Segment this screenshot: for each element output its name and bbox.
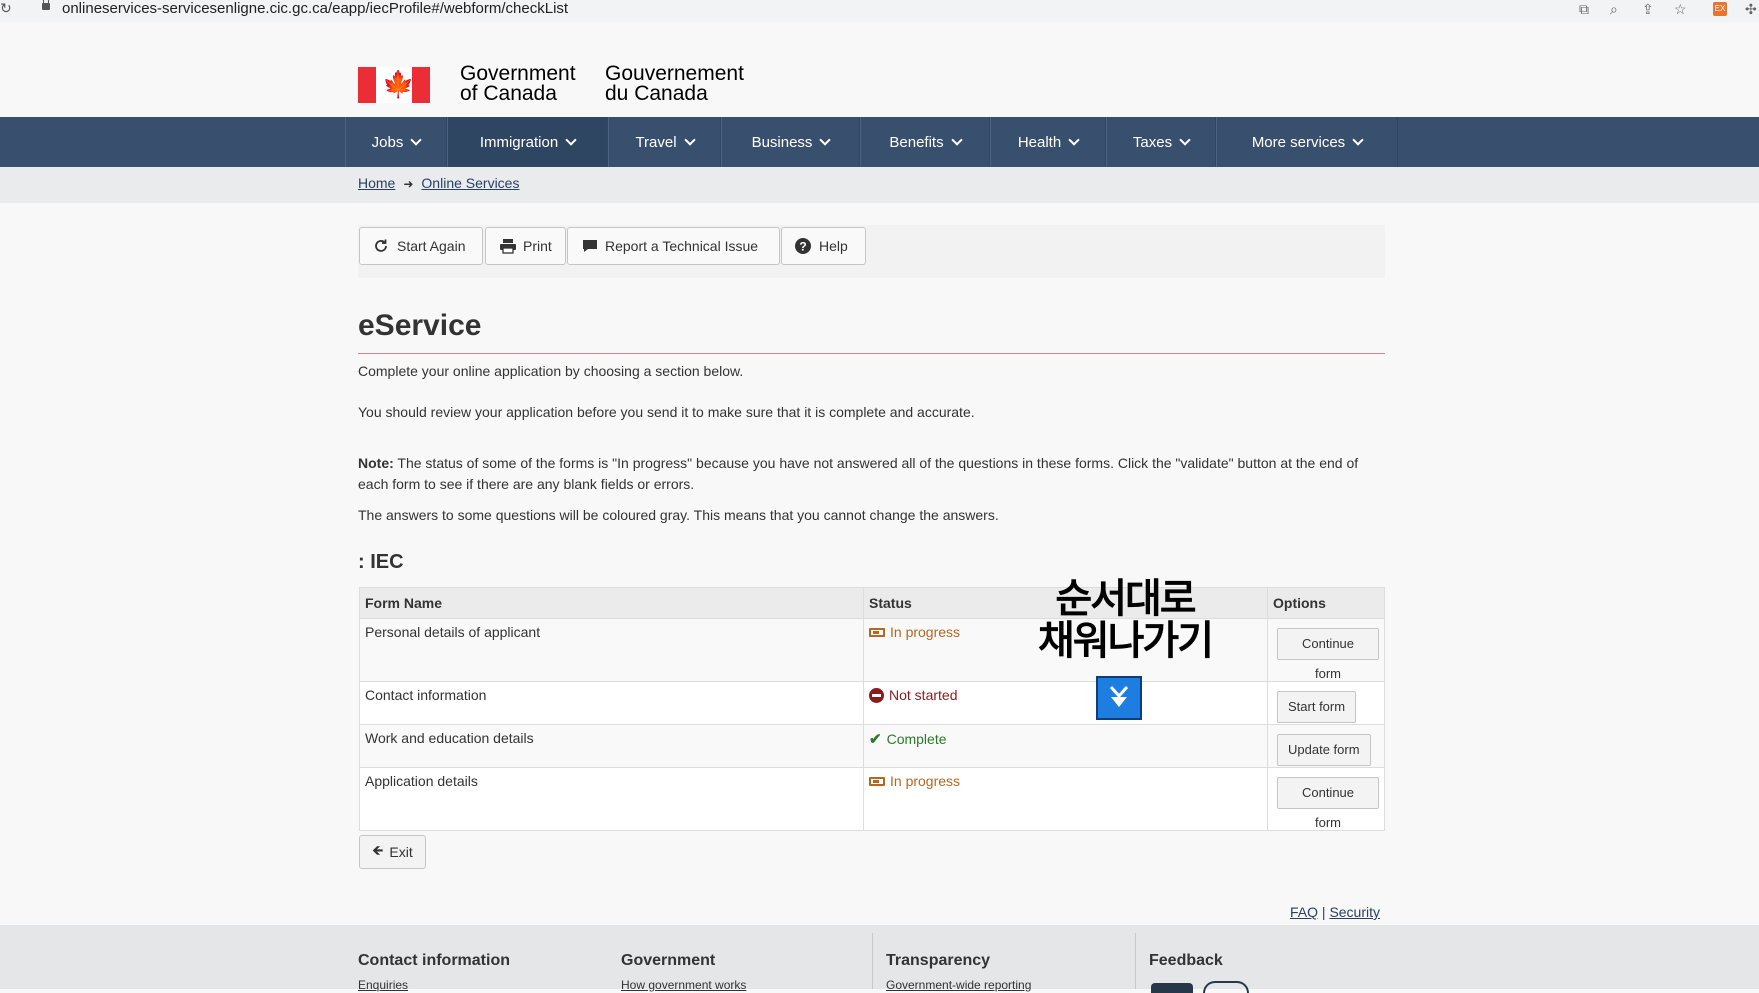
puzzle-icon[interactable]: ✣ (1745, 1, 1757, 18)
menu-item-immigration[interactable]: Immigration (447, 117, 608, 167)
status-cell: In progress (863, 767, 1268, 831)
chevron-down-icon (1179, 134, 1191, 146)
options-cell: Continue form (1267, 618, 1385, 682)
browser-address-bar: ↻ onlineservices-servicesenligne.cic.gc.… (0, 0, 1759, 22)
footer-divider (1135, 933, 1136, 989)
footer-link[interactable]: Government-wide reporting (886, 978, 1031, 992)
table-row: Work and education details ✔ Complete Upd… (359, 724, 1385, 768)
menu-item-business[interactable]: Business (721, 117, 860, 167)
footer-links: FAQ | Security (1290, 904, 1381, 920)
main-menu: Jobs Immigration Travel Business Benefit… (0, 117, 1759, 167)
extension-icon[interactable]: EX (1713, 2, 1727, 16)
zoom-icon[interactable]: ⌕ (1610, 1, 1618, 18)
options-cell: Start form (1267, 681, 1385, 725)
refresh-icon (373, 238, 389, 254)
gray-answers-text: The answers to some questions will be co… (358, 507, 999, 523)
reload-icon[interactable]: ↻ (0, 0, 12, 17)
form-name-cell: Personal details of applicant (359, 618, 864, 682)
maple-leaf-icon: 🍁 (382, 69, 415, 99)
footer-contact: Contact information Enquiries (358, 952, 510, 992)
chevron-down-icon (1352, 134, 1364, 146)
menu-item-more-services[interactable]: More services (1216, 117, 1398, 167)
share-icon[interactable]: ⇪ (1642, 1, 1654, 18)
comment-icon (581, 238, 597, 254)
footer-transparency: Transparency Government-wide reporting (886, 952, 1032, 992)
canada-flag-logo[interactable]: 🍁 (358, 67, 430, 103)
note-text: Note: The status of some of the forms is… (358, 455, 1359, 492)
status-cell: ✔ Complete (863, 724, 1268, 768)
signature-english: Government of Canada (460, 62, 576, 105)
in-progress-icon (869, 776, 885, 786)
feedback-icon[interactable] (1203, 981, 1249, 993)
chevron-down-icon (819, 134, 832, 146)
title-underline (358, 353, 1385, 354)
checkmark-icon: ✔ (869, 731, 882, 748)
status-cell: Not started (863, 681, 1268, 725)
menu-item-taxes[interactable]: Taxes (1106, 117, 1216, 167)
review-text: You should review your application befor… (358, 404, 975, 420)
options-cell: Continue form (1267, 767, 1385, 831)
table-row: Contact information Not started Start fo… (359, 681, 1385, 725)
update-form-button[interactable]: Update form (1277, 734, 1371, 766)
menu-item-health[interactable]: Health (990, 117, 1106, 167)
section-title: : IEC (358, 551, 404, 573)
breadcrumb-bar: Home ➜ Online Services (0, 167, 1759, 203)
menu-item-jobs[interactable]: Jobs (345, 117, 447, 167)
print-button[interactable]: Print (485, 227, 566, 265)
start-form-button[interactable]: Start form (1277, 691, 1357, 723)
header-form-name: Form Name (359, 587, 864, 619)
chevron-down-icon (950, 134, 963, 146)
chevron-down-icon (565, 134, 577, 146)
header-options: Options (1267, 587, 1385, 619)
in-progress-icon (869, 627, 885, 637)
footer-government: Government How government works (621, 952, 747, 992)
footer-feedback: Feedback (1149, 952, 1223, 969)
arrow-left-icon: 🡸 (372, 842, 384, 858)
continue-form-button[interactable]: Continue form (1277, 628, 1379, 681)
form-name-cell: Application details (359, 767, 864, 831)
feedback-icon[interactable] (1151, 983, 1193, 993)
annotation-text: 순서대로 채워나가기 (1038, 576, 1214, 664)
exit-button[interactable]: 🡸 Exit (359, 835, 426, 869)
translate-icon[interactable]: ⧉ (1579, 1, 1589, 18)
chevron-down-icon (410, 134, 423, 146)
breadcrumb-online-services[interactable]: Online Services (421, 175, 519, 191)
menu-item-benefits[interactable]: Benefits (860, 117, 990, 167)
url-text[interactable]: onlineservices-servicesenligne.cic.gc.ca… (62, 0, 568, 18)
continue-form-button[interactable]: Continue form (1277, 777, 1379, 830)
double-arrow-down-icon (1096, 676, 1142, 720)
footer-link[interactable]: Enquiries (358, 978, 510, 992)
faq-link[interactable]: FAQ (1290, 904, 1318, 920)
options-cell: Update form (1267, 724, 1385, 768)
not-started-icon (869, 687, 884, 703)
report-technical-issue-button[interactable]: Report a Technical Issue (567, 227, 780, 265)
site-footer: Contact information Enquiries Government… (0, 925, 1759, 992)
bookmark-star-icon[interactable]: ☆ (1674, 1, 1687, 18)
form-name-cell: Contact information (359, 681, 864, 725)
footer-divider (872, 933, 873, 989)
question-circle-icon: ? (795, 238, 811, 254)
breadcrumb-home[interactable]: Home (358, 175, 395, 191)
chevron-down-icon (1068, 134, 1080, 146)
svg-text:?: ? (799, 240, 806, 254)
start-again-button[interactable]: Start Again (359, 227, 483, 265)
arrow-right-icon: ➜ (403, 177, 414, 191)
footer-link[interactable]: How government works (621, 978, 746, 992)
help-button[interactable]: ? Help (781, 227, 866, 265)
intro-text: Complete your online application by choo… (358, 363, 744, 379)
lock-icon[interactable] (42, 0, 50, 10)
page-title: eService (358, 309, 482, 342)
form-name-cell: Work and education details (359, 724, 864, 768)
signature-french: Gouvernement du Canada (605, 62, 744, 105)
menu-item-travel[interactable]: Travel (608, 117, 721, 167)
table-row: Application details In progress Continue… (359, 767, 1385, 831)
printer-icon (499, 238, 516, 254)
chevron-down-icon (683, 134, 696, 146)
breadcrumb: Home ➜ Online Services (358, 175, 519, 191)
security-link[interactable]: Security (1329, 904, 1380, 920)
